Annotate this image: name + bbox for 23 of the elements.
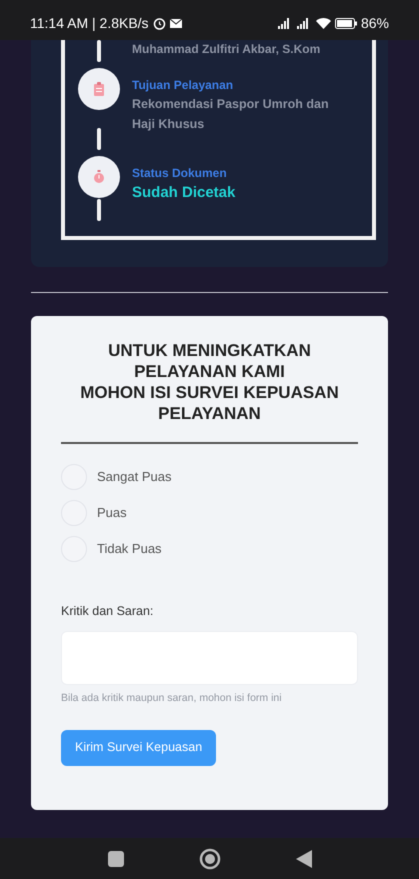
field-label: Kritik dan Saran: <box>61 603 154 620</box>
radio-label: Sangat Puas <box>97 468 172 486</box>
clipboard-icon <box>93 82 105 96</box>
mail-icon <box>170 18 182 28</box>
timeline-value: Muhammad Zulfitri Akbar, S.Kom <box>132 41 320 58</box>
timeline-value: Rekomendasi Paspor Umroh dan Haji Khusus <box>132 96 330 133</box>
radio-label: Tidak Puas <box>97 540 162 558</box>
help-text: Bila ada kritik maupun saran, mohon isi form ini <box>61 690 283 706</box>
battery-icon <box>334 18 357 28</box>
wifi-icon <box>316 17 331 29</box>
timeline-value: Sudah Dicetak <box>132 183 236 203</box>
timeline-label: Status Dokumen <box>132 165 228 182</box>
alarm-icon <box>152 16 166 30</box>
recents-icon[interactable] <box>108 850 124 866</box>
status-time: 11:14 AM | 2.8KB/s <box>30 14 149 33</box>
survey-title: UNTUK MENINGKATKAN PELAYANAN KAMI MOHON ISI SURVEI KEPUASAN PELAYANAN <box>79 340 340 424</box>
submit-button[interactable]: Kirim Survei Kepuasan <box>61 730 216 766</box>
stopwatch-icon <box>93 170 105 184</box>
back-icon[interactable] <box>296 850 312 868</box>
home-icon[interactable] <box>198 848 220 870</box>
radio-label: Puas <box>97 504 127 522</box>
battery-percent: 86% <box>360 14 389 32</box>
timeline-label: Tujuan Pelayanan <box>132 77 234 94</box>
